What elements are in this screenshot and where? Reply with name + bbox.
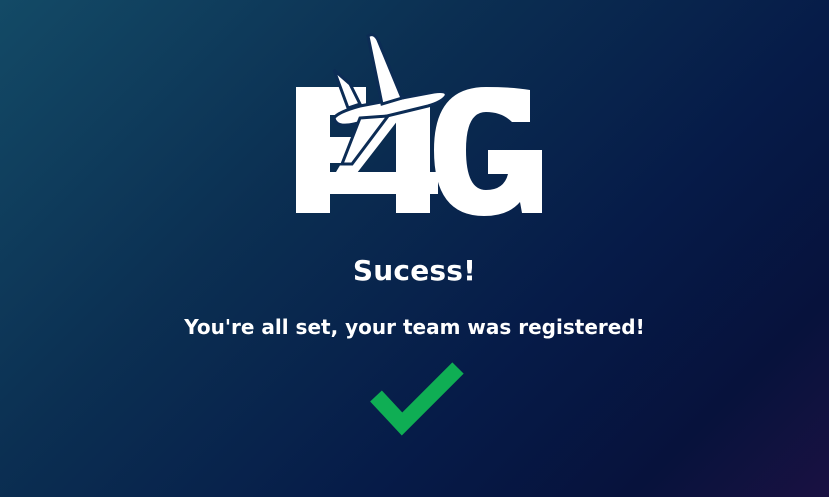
checkmark-icon [370, 362, 464, 436]
success-screen: Sucess! You're all set, your team was re… [0, 0, 829, 497]
logo-letter-g [434, 87, 542, 216]
success-message: You're all set, your team was registered… [184, 315, 645, 339]
f4g-logo [296, 33, 542, 216]
success-title: Sucess! [352, 254, 477, 287]
